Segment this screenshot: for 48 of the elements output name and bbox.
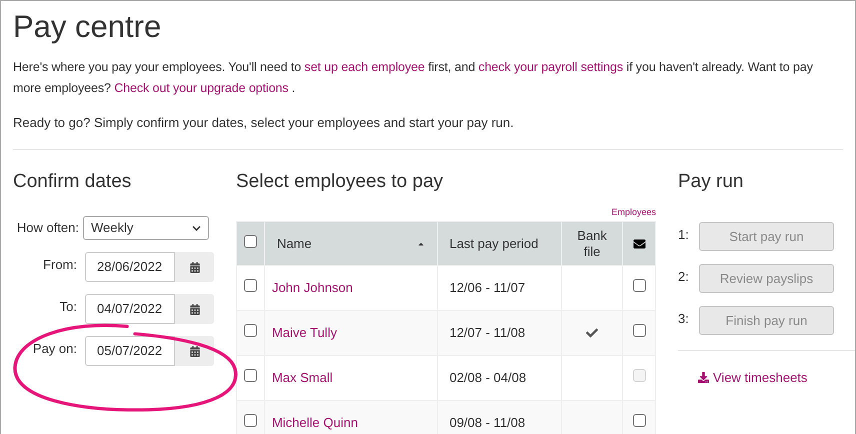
name-column-header[interactable]: Name	[264, 222, 438, 266]
ready-text: Ready to go? Simply confirm your dates, select your employees and start your pay run.	[13, 114, 514, 132]
employee-name-link[interactable]: John Johnson	[272, 280, 353, 296]
section-heading: Confirm dates	[13, 170, 132, 194]
pay-period-text: 12/06 - 11/07	[449, 280, 526, 296]
employee-name-link[interactable]: Maive Tully	[272, 325, 337, 340]
view-timesheets-link[interactable]: View timesheets	[698, 368, 808, 388]
download-icon	[698, 372, 709, 384]
field-label: From:	[42, 256, 78, 274]
email-checkbox[interactable]	[632, 324, 646, 338]
row-checkbox[interactable]	[244, 324, 257, 338]
chevron-down-icon	[192, 224, 201, 232]
date-field[interactable]: 28/06/2022	[85, 252, 175, 282]
row-checkbox[interactable]	[244, 414, 257, 428]
pay-period-text: 09/08 - 11/08	[449, 415, 526, 430]
pay-period-text: 02/08 - 04/08	[449, 370, 526, 386]
field-label: How often:	[16, 219, 80, 238]
step-number: 1:	[678, 226, 690, 244]
row-checkbox[interactable]	[244, 369, 257, 382]
checkmark-icon	[586, 327, 598, 339]
field-label: To:	[58, 298, 78, 316]
page-title: Pay centre	[13, 8, 162, 46]
row-checkbox[interactable]	[244, 279, 257, 292]
date-field[interactable]: 04/07/2022	[85, 294, 175, 324]
calendar-icon	[190, 262, 200, 272]
employee-name-link[interactable]: Max Small	[272, 370, 333, 386]
calendar-icon	[190, 304, 200, 314]
employees-link[interactable]: Employees	[611, 206, 656, 218]
intro-link[interactable]: set up each employee	[304, 60, 425, 74]
field-label: Pay on:	[32, 340, 78, 358]
step-number: 3:	[678, 310, 690, 328]
calendar-button[interactable]	[175, 294, 214, 324]
header-cell: Last pay period	[438, 222, 562, 266]
intro-link[interactable]: check your payroll settings	[478, 60, 624, 74]
envelope-icon	[632, 238, 646, 250]
email-checkbox[interactable]	[632, 414, 646, 428]
header-cell: Bank file	[562, 222, 623, 266]
calendar-icon	[190, 346, 200, 356]
step-number: 2:	[678, 268, 690, 286]
intro-link[interactable]: Check out your upgrade options	[114, 81, 288, 95]
calendar-button[interactable]	[175, 252, 214, 282]
section-heading: Pay run	[678, 170, 744, 194]
pay-period-text: 12/07 - 11/08	[449, 325, 526, 340]
frequency-select[interactable]: Weekly	[83, 216, 209, 240]
select-all-checkbox[interactable]	[244, 234, 257, 248]
section-heading: Select employees to pay	[236, 170, 444, 194]
intro-paragraph: Here's where you pay your employees. You'll need to set up each employee first, and check your payroll settings if you haven't already. Want to pay more employees? Check out your upgrade options .	[13, 59, 814, 97]
email-checkbox[interactable]	[632, 279, 646, 292]
